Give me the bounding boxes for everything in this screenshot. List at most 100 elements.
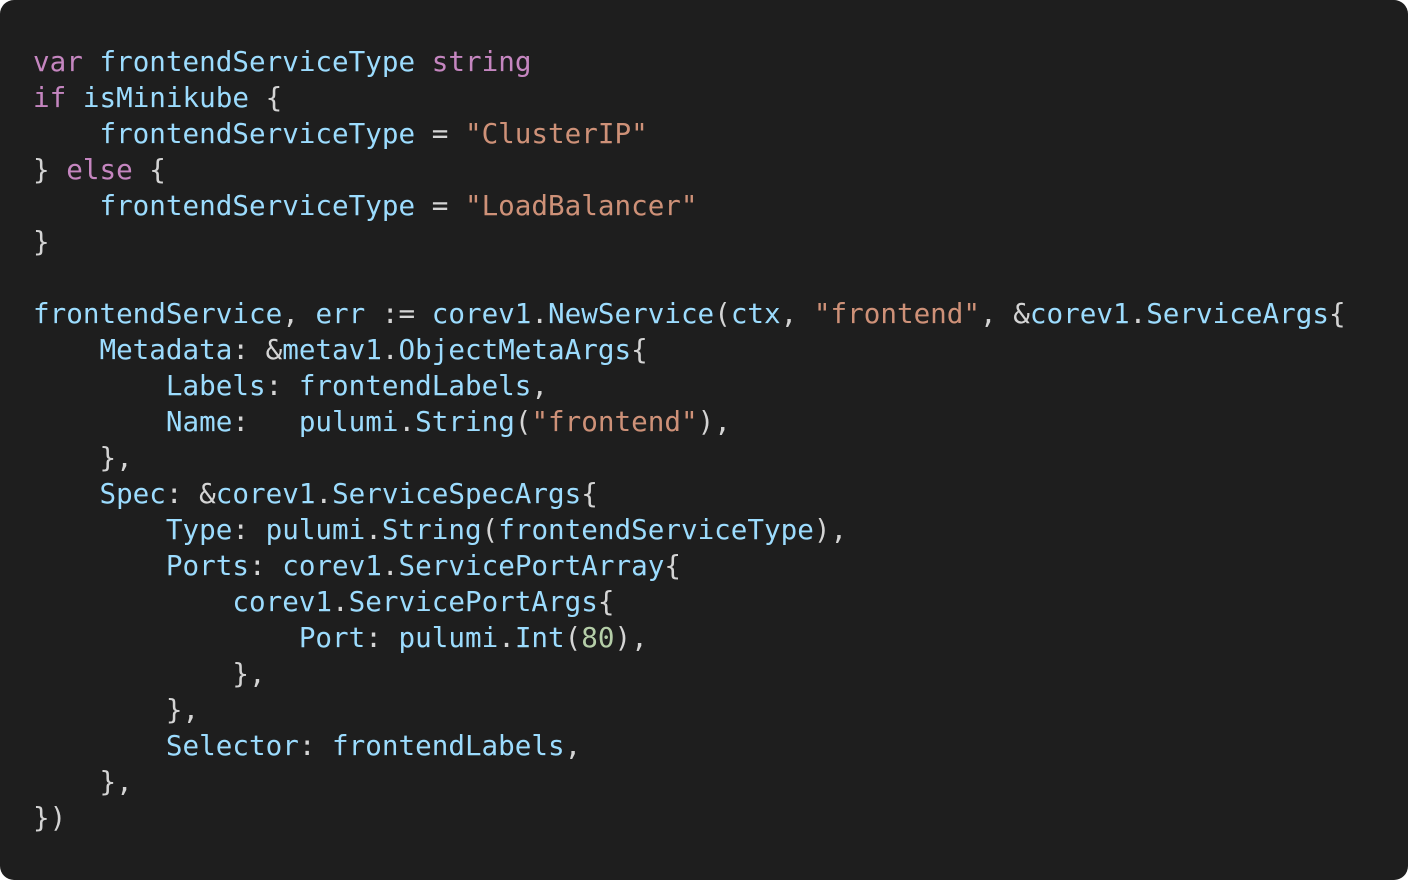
code-token: { (132, 153, 166, 186)
code-token: { (664, 549, 681, 582)
code-line-13: Spec: &corev1.ServiceSpecArgs{ (33, 476, 1408, 512)
code-token: String (415, 405, 515, 438)
code-line-18: }, (33, 656, 1408, 692)
code-token: "frontend" (813, 297, 981, 330)
code-token: : (365, 621, 399, 654)
code-token: ( (714, 297, 731, 330)
code-token: string (431, 45, 532, 78)
code-line-12: }, (33, 440, 1408, 476)
code-token: } (33, 225, 50, 258)
code-token: frontendServiceType (99, 45, 416, 78)
code-token: , (780, 297, 814, 330)
code-token: "ClusterIP" (464, 117, 648, 150)
code-line-2: if isMinikube { (33, 80, 1408, 116)
code-token: : (265, 369, 299, 402)
code-token: = (415, 117, 465, 150)
code-token: Type (165, 513, 233, 546)
code-token: var (33, 45, 83, 78)
code-line-1: var frontendServiceType string (33, 44, 1408, 80)
code-token: Spec (99, 477, 166, 510)
code-token: { (581, 477, 598, 510)
code-token: pulumi (265, 513, 366, 546)
code-token: frontendLabels (298, 369, 532, 402)
code-token: : & (165, 477, 216, 510)
code-line-5: frontendServiceType = "LoadBalancer" (33, 188, 1408, 224)
code-token: ObjectMetaArgs (398, 333, 632, 366)
code-line-16: corev1.ServicePortArgs{ (33, 584, 1408, 620)
code-token: Metadata (99, 333, 233, 366)
code-line-6: } (33, 224, 1408, 260)
code-token: if (33, 81, 67, 114)
code-token: { (1328, 297, 1346, 330)
code-token: corev1 (282, 549, 382, 582)
code-token: : (232, 405, 299, 438)
code-token: { (631, 333, 648, 366)
code-token: }, (33, 441, 133, 474)
code-token: 80 (581, 621, 615, 654)
code-token: "frontend" (531, 405, 698, 438)
code-line-22: }) (33, 800, 1408, 836)
code-token: frontendServiceType (99, 189, 416, 222)
code-line-17: Port: pulumi.Int(80), (33, 620, 1408, 656)
code-token: ( (514, 405, 532, 438)
code-token: . (315, 477, 333, 510)
code-token: : (232, 513, 266, 546)
code-line-9: Metadata: &metav1.ObjectMetaArgs{ (33, 332, 1408, 368)
code-token: corev1 (215, 477, 316, 510)
code-token: . (332, 585, 349, 618)
code-token: . (1129, 297, 1147, 330)
code-token: Port (298, 621, 366, 654)
code-token: else (66, 153, 133, 186)
code-token: . (381, 333, 399, 366)
code-token: NewService (548, 297, 715, 330)
code-token: = (415, 189, 465, 222)
code-token: ServiceArgs (1146, 297, 1329, 330)
code-token: ), (697, 405, 731, 438)
code-line-20: Selector: frontendLabels, (33, 728, 1408, 764)
code-editor[interactable]: var frontendServiceType string if isMinik… (0, 0, 1408, 880)
code-token: . (398, 405, 416, 438)
code-token: { (249, 81, 283, 114)
code-token: := (365, 297, 432, 330)
code-token: frontendLabels (332, 729, 565, 762)
code-token: . (498, 621, 515, 654)
code-token: Name (165, 405, 233, 438)
code-token: "LoadBalancer" (464, 189, 698, 222)
code-line-4: } else { (33, 152, 1408, 188)
code-block[interactable]: var frontendServiceType string if isMinik… (33, 44, 1408, 836)
code-token: Ports (165, 549, 249, 582)
code-token: . (365, 513, 382, 546)
code-token: Int (514, 621, 565, 654)
code-token: ( (481, 513, 499, 546)
code-token: : (248, 549, 283, 582)
code-token: { (597, 585, 615, 618)
code-token: ServicePortArray (398, 549, 665, 582)
code-token: : & (232, 333, 283, 366)
code-token: , (531, 369, 549, 402)
code-token: . (381, 549, 399, 582)
code-token: pulumi (298, 405, 399, 438)
code-token: ), (813, 513, 848, 546)
code-token: }) (33, 801, 67, 834)
code-line-10: Labels: frontendLabels, (33, 368, 1408, 404)
code-token: ServicePortArgs (348, 585, 598, 618)
code-token: frontendServiceType (498, 513, 814, 546)
code-token: , (564, 729, 582, 762)
code-token: Selector (165, 729, 299, 762)
code-token: ServiceSpecArgs (332, 477, 582, 510)
code-token: } (33, 153, 67, 186)
code-token: ( (564, 621, 582, 654)
